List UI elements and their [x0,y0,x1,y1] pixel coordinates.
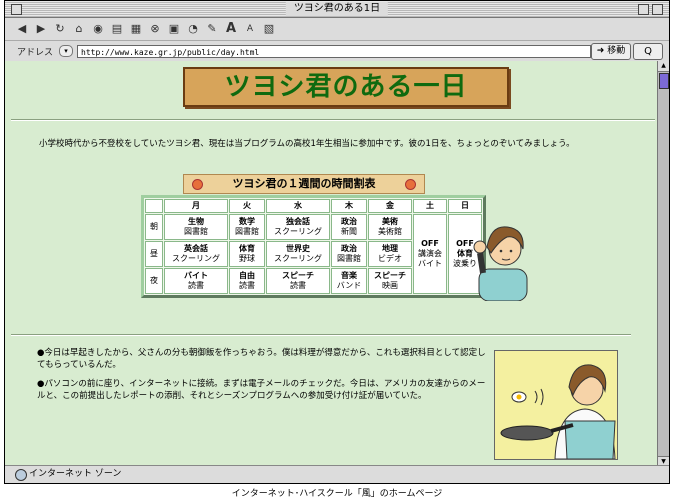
timetable-cell: 自由 読書 [229,268,265,294]
timetable-cell: 地理 ビデオ [368,241,412,267]
font-smaller-icon[interactable]: A [243,22,257,36]
history-icon[interactable]: ▤ [110,22,124,36]
edit-icon[interactable]: ✎ [205,22,219,36]
slot-label: 朝 [145,214,163,240]
timetable-cell: スピーチ 読書 [266,268,330,294]
scroll-up-icon[interactable]: ▲ [658,61,669,72]
vertical-scrollbar[interactable]: ▲ ▼ [657,61,669,467]
reload-icon[interactable]: ↻ [53,22,67,36]
slot-label: 昼 [145,241,163,267]
timetable-cell: 生物 図書館 [164,214,228,240]
flower-icon [192,179,203,190]
paragraph-internet: ●パソコンの前に座り、インターネットに接続。まずは電子メールのチェックだ。今日は… [37,379,486,401]
timetable-title-text: ツヨシ君の１週間の時間割表 [232,177,376,190]
autofill-icon[interactable]: ◔ [186,22,200,36]
forward-icon[interactable]: ▶ [34,22,48,36]
browser-window: ツヨシ君のある1日 ◀ ▶ ↻ ⌂ ◉ ▤ ▦ ⊗ ▣ ◔ ✎ A A ▧ アド… [4,0,670,484]
globe-icon [15,469,27,481]
home-icon[interactable]: ⌂ [72,22,86,36]
status-text: インターネット ゾーン [29,469,122,479]
address-bar: アドレス ▾ http://www.kaze.gr.jp/public/day.… [5,41,669,62]
timetable-row-morning: 朝 生物 図書館 数学 図書館 独会話 スクーリング 政治 新聞 美術 美術館 OFF 講演… [145,214,482,294]
day-header: 火 [229,199,265,213]
title-bar[interactable]: ツヨシ君のある1日 [5,1,669,18]
back-icon[interactable]: ◀ [15,22,29,36]
folder-icon[interactable]: ▣ [167,22,181,36]
day-header: 日 [448,199,482,213]
day-header: 月 [164,199,228,213]
timetable-cell: 英会話 スクーリング [164,241,228,267]
zoom-box[interactable] [638,4,649,15]
timetable-cell: スピーチ 映画 [368,268,412,294]
divider [11,119,655,121]
flower-icon [405,179,416,190]
find-button[interactable]: Q [633,43,663,60]
go-label: 移動 [607,46,626,56]
boy-illustration [473,226,528,301]
status-bar: インターネット ゾーン [5,465,669,483]
page-logo: ツヨシ君のある一日 [183,67,509,107]
paragraph-breakfast: ●今日は早起きしたから、父さんの分も朝御飯を作っちゃおう。僕は料理が得意だから、… [37,348,486,370]
slot-label: 夜 [145,268,163,294]
font-larger-icon[interactable]: A [224,22,238,36]
scroll-thumb[interactable] [659,73,669,89]
timetable-header-row: 月 火 水 木 金 土 日 [145,199,482,213]
magnifier-icon: Q [644,46,652,57]
timetable-cell: 政治 図書館 [331,241,367,267]
print-icon[interactable]: ▦ [129,22,143,36]
window-title: ツヨシ君のある1日 [285,2,389,16]
timetable-cell: 独会話 スクーリング [266,214,330,240]
timetable-title: ツヨシ君の１週間の時間割表 [183,174,425,194]
timetable-cell: バイト 読書 [164,268,228,294]
figure-caption: インターネット･ハイスクール「風」のホームページ [231,489,443,499]
timetable-cell: 美術 美術館 [368,214,412,240]
timetable-cell: 音楽 バンド [331,268,367,294]
timetable-cell: 世界史 スクーリング [266,241,330,267]
url-input[interactable]: http://www.kaze.gr.jp/public/day.html [77,44,592,58]
close-box[interactable] [11,4,22,15]
intro-text: 小学校時代から不登校をしていたツヨシ君、現在は当プログラムの高校1年生相当に参加… [39,139,575,149]
go-button[interactable]: ➜ 移動 [591,43,631,60]
address-dropdown-icon[interactable]: ▾ [59,45,74,57]
corner-cell [145,199,163,213]
day-header: 木 [331,199,367,213]
timetable-cell: 数学 図書館 [229,214,265,240]
collapse-box[interactable] [652,4,663,15]
timetable-cell-saturday: OFF 講演会 バイト [413,214,447,294]
timetable-cell: 政治 新聞 [331,214,367,240]
day-header: 土 [413,199,447,213]
toolbar: ◀ ▶ ↻ ⌂ ◉ ▤ ▦ ⊗ ▣ ◔ ✎ A A ▧ [5,18,669,41]
page-content: ツヨシ君のある一日 小学校時代から不登校をしていたツヨシ君、現在は当プログラムの… [5,61,659,467]
divider [11,334,631,336]
go-icon: ➜ [596,46,605,56]
favorites-icon[interactable]: ◉ [91,22,105,36]
timetable-cell: 体育 野球 [229,241,265,267]
cooking-illustration [494,350,618,460]
day-header: 水 [266,199,330,213]
day-header: 金 [368,199,412,213]
stop-icon[interactable]: ⊗ [148,22,162,36]
timetable: 月 火 水 木 金 土 日 朝 生物 図書館 数学 図書館 独会話 スクーリング 政治… [141,195,486,298]
search-folder-icon[interactable]: ▧ [262,22,276,36]
address-label: アドレス [17,47,54,58]
